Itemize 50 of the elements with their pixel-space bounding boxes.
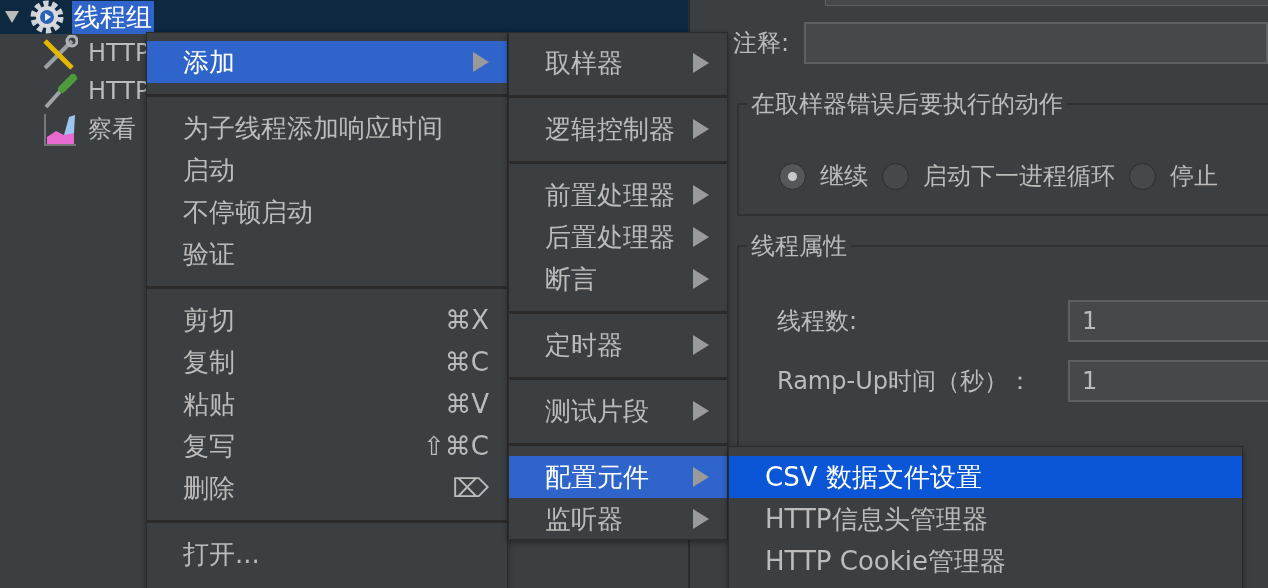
group-title: 线程属性 bbox=[750, 231, 848, 262]
menu-item[interactable]: 不停顿启动 bbox=[147, 191, 507, 233]
menu-item[interactable]: HTTP Cookie管理器 bbox=[729, 540, 1242, 582]
menu-item[interactable]: 前置处理器 bbox=[509, 174, 727, 216]
menu-item[interactable]: 取样器 bbox=[509, 42, 727, 84]
shortcut-label: ⌦ bbox=[452, 473, 489, 503]
menu-item[interactable]: 复制 ⌘C bbox=[147, 341, 507, 383]
chart-icon bbox=[42, 111, 78, 147]
shortcut-label: ⇧⌘C bbox=[423, 431, 489, 461]
radio-label: 停止 bbox=[1170, 161, 1218, 192]
field-label: 线程数: bbox=[777, 306, 859, 337]
menu-item[interactable]: 验证 bbox=[147, 233, 507, 275]
menu-item[interactable]: 复写 ⇧⌘C bbox=[147, 425, 507, 467]
radio-label: 启动下一进程循环 bbox=[923, 161, 1115, 192]
input-field[interactable]: 1 bbox=[1068, 360, 1268, 402]
tree-item[interactable]: 线程组 bbox=[72, 0, 154, 34]
menu-item[interactable]: 为子线程添加响应时间 bbox=[147, 107, 507, 149]
expand-arrow-icon[interactable] bbox=[4, 10, 20, 24]
menu-item[interactable]: CSV 数据文件设置 bbox=[729, 456, 1242, 498]
menu-item[interactable]: 添加 bbox=[147, 41, 507, 83]
menu-item[interactable]: 断言 bbox=[509, 258, 727, 300]
pipette-icon bbox=[42, 73, 78, 109]
input-field[interactable]: 1 bbox=[1068, 300, 1268, 342]
shortcut-label: ⌘X bbox=[445, 305, 489, 335]
radio-button[interactable] bbox=[1129, 162, 1156, 190]
field-label: Ramp-Up时间（秒）： bbox=[777, 366, 1033, 397]
name-field[interactable] bbox=[825, 0, 1268, 6]
menu-item[interactable]: 定时器 bbox=[509, 324, 727, 366]
menu-item[interactable]: 测试片段 bbox=[509, 390, 727, 432]
shortcut-label: ⌘C bbox=[444, 347, 489, 377]
menu-item[interactable]: 监听器 bbox=[509, 498, 727, 540]
radio-button[interactable] bbox=[882, 162, 909, 190]
menu-item[interactable]: 剪切 ⌘X bbox=[147, 299, 507, 341]
gear-icon bbox=[28, 0, 66, 36]
menu-item[interactable]: 粘贴 ⌘V bbox=[147, 383, 507, 425]
radio-label: 继续 bbox=[820, 161, 868, 192]
group-title: 在取样器错误后要执行的动作 bbox=[750, 89, 1064, 120]
radio-button[interactable] bbox=[779, 162, 806, 190]
menu-item[interactable]: HTTP信息头管理器 bbox=[729, 498, 1242, 540]
menu-item[interactable]: 配置元件 bbox=[509, 456, 727, 498]
shortcut-label: ⌘V bbox=[445, 389, 489, 419]
menu-item[interactable]: 逻辑控制器 bbox=[509, 108, 727, 150]
menu-item[interactable]: 启动 bbox=[147, 149, 507, 191]
menu-item[interactable]: 打开... bbox=[147, 533, 507, 575]
tools-icon bbox=[42, 35, 78, 71]
menu-item[interactable]: 后置处理器 bbox=[509, 216, 727, 258]
comment-field[interactable] bbox=[803, 22, 1268, 64]
comment-label: 注释: bbox=[733, 28, 791, 59]
menu-item[interactable]: 删除 ⌦ bbox=[147, 467, 507, 509]
tree-item[interactable]: 察看 bbox=[86, 112, 138, 146]
